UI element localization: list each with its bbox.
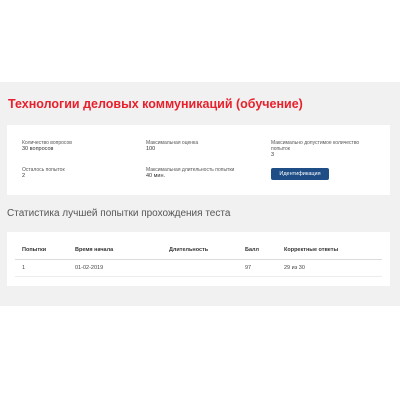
max-attempts-label: Максимально допустимое количество попыто…: [271, 140, 360, 152]
questions-field: Количество вопросов 30 вопросов: [22, 140, 72, 153]
row-attempt: 1: [22, 265, 26, 271]
col-header-duration: Длительность: [169, 247, 209, 253]
max-score-field: Максимальная оценка 100: [146, 140, 198, 153]
col-header-start-time: Время начала: [75, 247, 114, 253]
row-correct: 29 из 30: [284, 265, 305, 271]
attempts-left-value: 2: [22, 173, 26, 179]
row-score: 97: [245, 265, 252, 271]
identification-button[interactable]: Идентификация: [271, 168, 329, 180]
max-duration-field: Максимальная длительность попытки 40 мин…: [146, 167, 234, 180]
row-divider: [15, 276, 382, 277]
questions-value: 30 вопросов: [22, 146, 54, 152]
test-info-card: Количество вопросов 30 вопросов Максимал…: [7, 125, 390, 195]
row-start-time: 01-02-2019: [75, 265, 104, 271]
stats-table: Попытки Время начала Длительность Балл К…: [7, 232, 390, 286]
attempts-left-label: Осталось попыток: [22, 167, 65, 173]
col-header-attempts: Попытки: [22, 247, 47, 253]
max-duration-value: 40 мин.: [146, 173, 166, 179]
max-attempts-value: 3: [271, 152, 275, 158]
max-score-value: 100: [146, 146, 156, 152]
col-header-correct: Корректные ответы: [284, 247, 339, 253]
stats-title: Статистика лучшей попытки прохождения те…: [7, 208, 231, 219]
header-divider: [15, 259, 382, 260]
col-header-score: Балл: [245, 247, 259, 253]
attempts-left-field: Осталось попыток 2: [22, 167, 65, 180]
max-attempts-field: Максимально допустимое количество попыто…: [271, 140, 371, 159]
page-title: Технологии деловых коммуникаций (обучени…: [8, 97, 303, 111]
